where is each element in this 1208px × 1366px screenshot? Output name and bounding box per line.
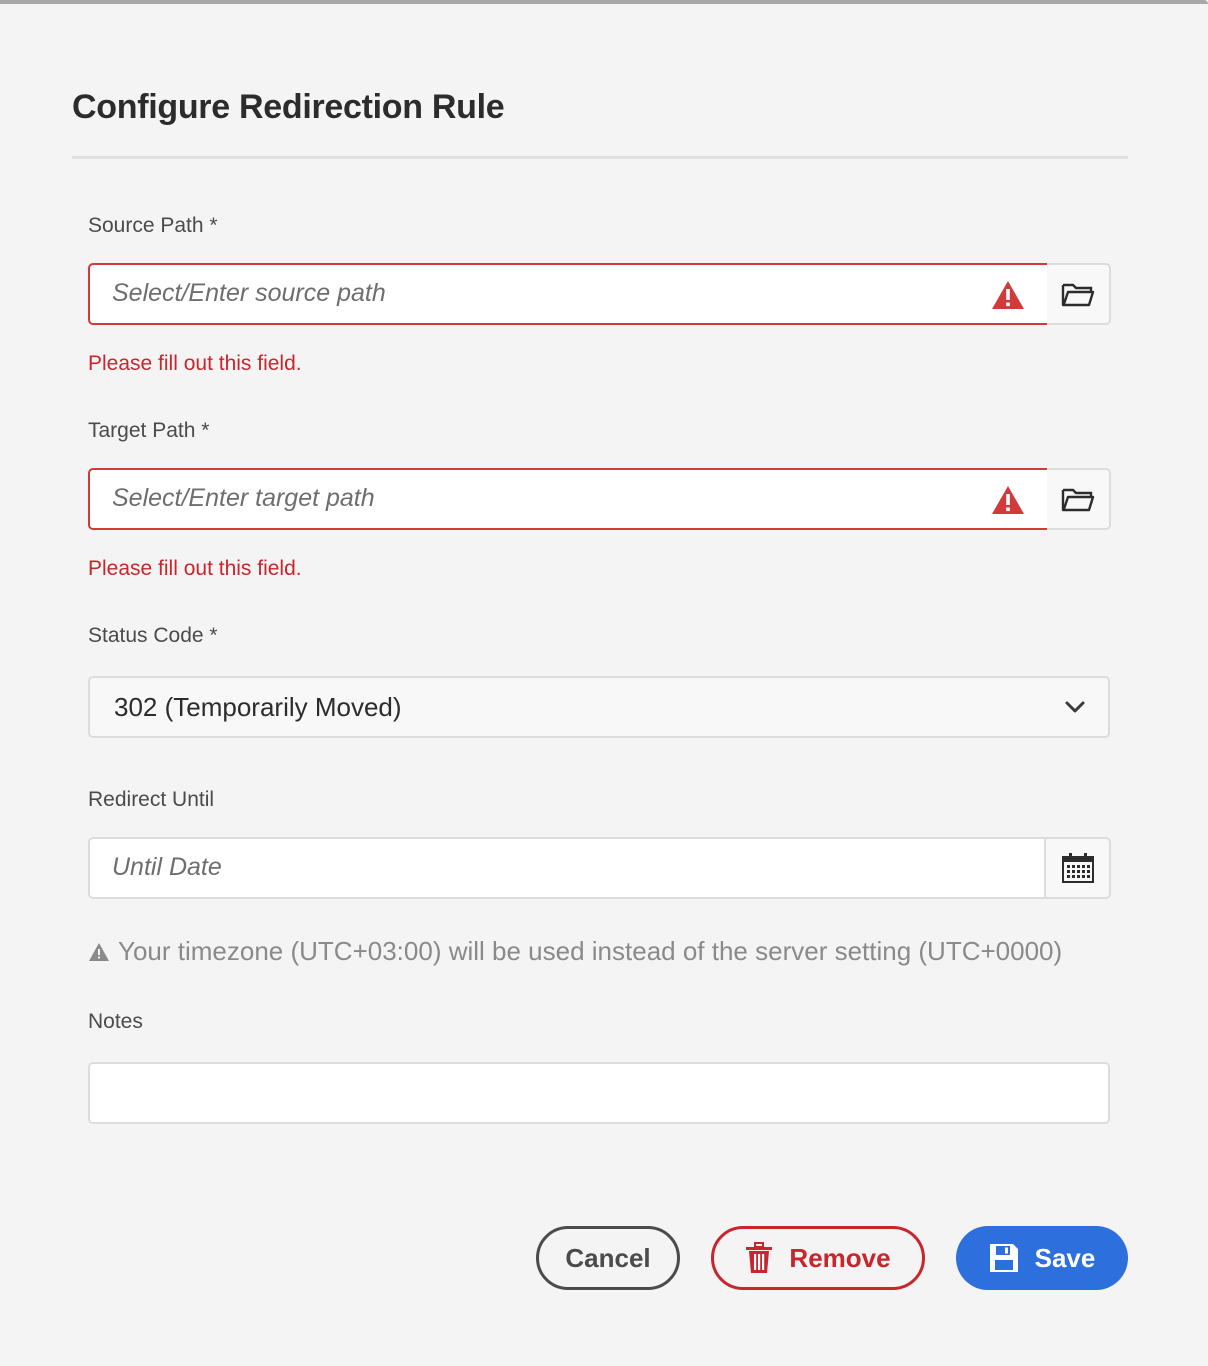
folder-icon xyxy=(1061,488,1095,512)
until-date-input[interactable]: Until Date xyxy=(88,837,1046,899)
dialog-title: Configure Redirection Rule xyxy=(72,88,505,126)
target-path-browse-button[interactable] xyxy=(1047,468,1111,530)
source-path-placeholder: Select/Enter source path xyxy=(112,279,386,307)
remove-button-label: Remove xyxy=(789,1242,891,1273)
remove-button[interactable]: Remove xyxy=(711,1226,925,1290)
cancel-button[interactable]: Cancel xyxy=(536,1226,680,1290)
status-code-label: Status Code * xyxy=(88,624,218,647)
status-code-value: 302 (Temporarily Moved) xyxy=(114,692,402,722)
target-path-placeholder: Select/Enter target path xyxy=(112,484,375,512)
save-button-label: Save xyxy=(1034,1242,1096,1273)
alert-icon xyxy=(992,486,1024,514)
target-path-label: Target Path * xyxy=(88,419,210,442)
target-path-input[interactable]: Select/Enter target path xyxy=(88,468,1048,530)
redirect-until-label: Redirect Until xyxy=(88,788,215,811)
title-divider xyxy=(72,156,1128,159)
target-path-error: Please fill out this field. xyxy=(88,557,302,580)
trash-icon xyxy=(746,1242,773,1273)
warning-icon xyxy=(89,942,109,961)
save-button[interactable]: Save xyxy=(956,1226,1128,1290)
timezone-hint: Your timezone (UTC+03:00) will be used i… xyxy=(88,936,1062,967)
calendar-icon xyxy=(1061,853,1094,883)
date-picker-button[interactable] xyxy=(1044,837,1111,899)
alert-icon xyxy=(992,281,1024,309)
redirection-rule-dialog: Configure Redirection Rule Source Path *… xyxy=(0,4,1208,1366)
source-path-error: Please fill out this field. xyxy=(88,352,302,375)
cancel-button-label: Cancel xyxy=(565,1242,651,1273)
timezone-hint-text: Your timezone (UTC+03:00) will be used i… xyxy=(118,936,1063,966)
folder-icon xyxy=(1061,283,1095,307)
notes-label: Notes xyxy=(88,1010,143,1033)
status-code-select[interactable]: 302 (Temporarily Moved) xyxy=(88,676,1110,738)
source-path-input[interactable]: Select/Enter source path xyxy=(88,263,1048,325)
floppy-disk-icon xyxy=(989,1244,1018,1272)
chevron-down-icon xyxy=(1065,701,1085,713)
source-path-label: Source Path * xyxy=(88,214,218,237)
source-path-browse-button[interactable] xyxy=(1047,263,1111,325)
notes-input[interactable] xyxy=(88,1062,1110,1124)
until-date-placeholder: Until Date xyxy=(112,853,222,881)
